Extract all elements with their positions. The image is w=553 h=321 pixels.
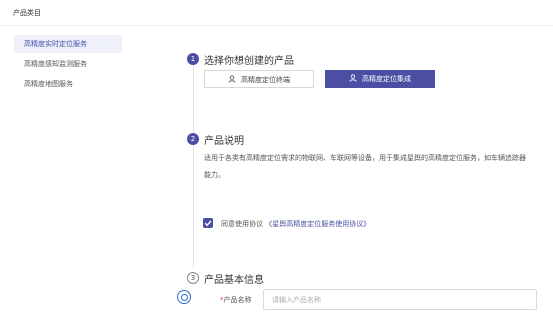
sidebar-item-hd-map[interactable]: 高精度地图服务 [14, 75, 122, 93]
step-1-badge: 1 [187, 53, 199, 65]
step-2-badge: 2 [187, 133, 199, 145]
step-1-title: 选择你想创建的产品 [204, 56, 294, 67]
floating-help-icon[interactable] [177, 290, 191, 304]
step-3-title: 产品基本信息 [204, 275, 264, 286]
steps-connector-line [193, 63, 194, 268]
user-icon [228, 75, 236, 83]
agreement-prefix: 同意使用协议 [221, 220, 263, 228]
top-bar: 产品类目 [0, 0, 553, 26]
description-line-1: 适用于各类有高精度定位需求的物联网、车联网等设备，用于集成星舆的高精度定位服务，… [204, 154, 526, 162]
option-positioning-integration-label: 高精度定位集成 [362, 75, 411, 83]
page-title: 产品类目 [13, 9, 41, 17]
option-positioning-terminal-button[interactable]: 高精度定位终端 [204, 70, 314, 88]
option-positioning-terminal-label: 高精度定位终端 [241, 76, 290, 84]
product-name-label: *产品名称 [220, 295, 252, 305]
sidebar-item-perception-monitoring[interactable]: 高精度感知监测服务 [14, 55, 122, 73]
product-name-input[interactable] [263, 289, 537, 310]
step-2-title: 产品说明 [204, 136, 244, 147]
sidebar: 高精度实时定位服务 高精度感知监测服务 高精度地图服务 [0, 26, 128, 321]
user-icon [349, 74, 357, 82]
sidebar-item-realtime-positioning[interactable]: 高精度实时定位服务 [14, 35, 122, 53]
agreement-text: 同意使用协议 《星舆高精度定位服务使用协议》 [221, 219, 370, 229]
product-name-label-text: 产品名称 [223, 296, 252, 304]
agreement-checkbox[interactable] [203, 218, 213, 228]
description-line-2: 能力。 [204, 171, 225, 179]
step-3-badge: 3 [187, 272, 199, 284]
agreement-link[interactable]: 《星舆高精度定位服务使用协议》 [265, 220, 370, 228]
checkmark-icon [204, 220, 212, 227]
option-positioning-integration-button[interactable]: 高精度定位集成 [325, 70, 435, 88]
